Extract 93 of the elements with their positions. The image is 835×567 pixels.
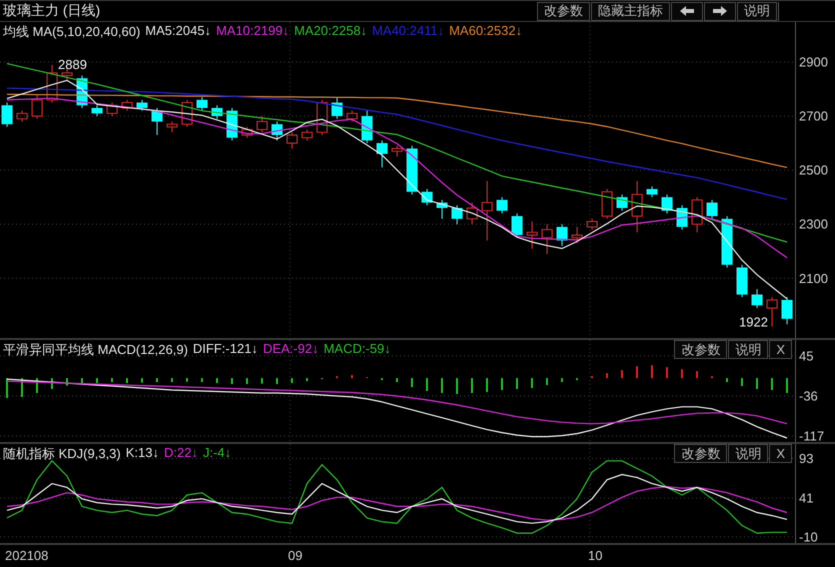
candlestick — [496, 196, 508, 214]
legend-label: MA10:2199↓ — [216, 22, 290, 40]
legend-label: 均线 MA(5,10,20,40,60) — [3, 22, 140, 40]
toolbar-button[interactable]: 隐藏主指标 — [591, 2, 670, 20]
candlestick — [466, 202, 478, 225]
panel-button[interactable]: 说明 — [728, 340, 768, 359]
candlestick — [422, 188, 432, 206]
price-label: 2889 — [58, 56, 87, 72]
candlestick — [646, 186, 658, 198]
candlestick — [122, 99, 132, 112]
candlestick — [692, 196, 702, 233]
candlestick — [782, 296, 792, 325]
candlestick — [722, 216, 732, 268]
legend-label: MA20:2258↓ — [294, 22, 368, 40]
candlestick — [286, 132, 298, 149]
candlestick — [302, 129, 312, 141]
axis-label: 2300 — [799, 216, 828, 232]
legend-label: 随机指标 KDJ(9,3,3) — [3, 444, 121, 462]
panel-button[interactable]: X — [769, 444, 792, 463]
right-arrow-button[interactable] — [704, 2, 736, 20]
candlestick — [482, 180, 492, 241]
axis-label: -10 — [799, 529, 818, 543]
panel-button[interactable]: 说明 — [728, 444, 768, 463]
candlestick — [152, 107, 162, 136]
legend-label: MA5:2045↓ — [145, 22, 212, 40]
candlestick — [662, 194, 672, 214]
date-label: 09 — [288, 548, 302, 562]
panel-button[interactable]: 改参数 — [674, 340, 728, 359]
legend-label: MACD:-59↓ — [324, 340, 391, 358]
candlestick — [106, 102, 118, 117]
panel-button[interactable]: X — [769, 340, 792, 359]
candlestick — [752, 288, 762, 308]
toolbar-button[interactable]: 改参数 — [537, 2, 590, 20]
candlestick — [526, 221, 538, 250]
axis-label: 45 — [799, 348, 814, 364]
candlestick — [766, 296, 778, 327]
candlestick — [316, 99, 328, 136]
price-label: 1922 — [739, 314, 768, 330]
axis-label: 2100 — [799, 270, 828, 286]
candlestick — [32, 94, 42, 120]
axis-label: 93 — [799, 450, 814, 466]
candlestick — [46, 64, 58, 104]
candlestick — [542, 224, 552, 254]
panel-button[interactable]: 改参数 — [674, 444, 728, 463]
legend-label: 平滑异同平均线 MACD(12,26,9) — [3, 340, 188, 358]
candlestick — [452, 204, 462, 225]
candlestick — [346, 110, 358, 122]
legend-label: MA40:2411↓ — [372, 22, 444, 40]
candlestick — [136, 99, 148, 112]
window-title: 玻璃主力 (日线) — [2, 2, 102, 20]
axis-label: 2500 — [799, 162, 828, 178]
axis-label: 41 — [799, 490, 814, 506]
candlestick — [572, 226, 582, 244]
candlestick — [166, 120, 178, 133]
candlestick — [332, 96, 342, 120]
legend-label: D:22↓ — [164, 444, 198, 462]
candlestick — [556, 224, 568, 246]
candlestick — [602, 188, 612, 220]
candlestick — [362, 110, 372, 144]
candlestick — [616, 194, 628, 212]
right-arrow-icon — [713, 6, 727, 16]
date-label: 10 — [588, 548, 602, 562]
date-label: 202108 — [5, 548, 48, 562]
candlestick — [586, 218, 598, 230]
candlestick — [182, 99, 192, 128]
left-arrow-icon — [680, 6, 694, 16]
candlestick — [2, 102, 12, 128]
candlestick — [512, 212, 522, 238]
candlestick — [736, 264, 748, 298]
candlestick — [376, 140, 388, 168]
candlestick — [256, 116, 268, 133]
candlestick — [92, 104, 102, 117]
legend-label: DEA:-92↓ — [262, 340, 319, 358]
candlestick — [392, 145, 402, 158]
left-arrow-button[interactable] — [671, 2, 703, 20]
axis-label: -117 — [799, 428, 824, 442]
candlestick — [212, 104, 222, 120]
legend-label: DIFF:-121↓ — [192, 340, 258, 358]
axis-label: 2700 — [799, 108, 828, 124]
legend-label: MA60:2532↓ — [449, 22, 522, 40]
candlestick — [406, 145, 418, 195]
candlestick — [632, 180, 642, 233]
candlestick — [196, 96, 208, 112]
axis-label: 2900 — [799, 54, 828, 70]
legend-label: K:13↓ — [126, 444, 159, 462]
axis-label: -36 — [799, 388, 818, 404]
candlestick — [242, 126, 252, 138]
candlestick — [706, 199, 718, 220]
toolbar-button[interactable]: 说明 — [737, 2, 777, 20]
candlestick — [272, 120, 282, 141]
candlestick — [16, 110, 28, 122]
legend-label: J:-4↓ — [202, 444, 232, 462]
candlestick — [436, 199, 448, 220]
